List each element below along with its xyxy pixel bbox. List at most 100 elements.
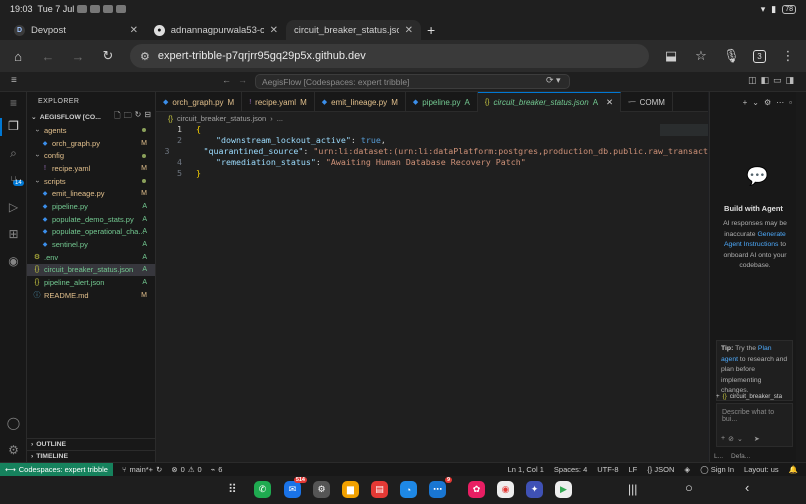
breadcrumb-file[interactable]: circuit_breaker_status.json bbox=[177, 114, 266, 123]
install-app-icon[interactable]: ⬓ bbox=[663, 48, 679, 64]
whatsapp-icon[interactable]: ✆ bbox=[254, 481, 271, 498]
run-debug-icon[interactable]: ▷ bbox=[6, 200, 21, 215]
tree-file[interactable]: ◆ orch_graph.py M bbox=[27, 137, 155, 150]
forward-icon[interactable]: → bbox=[70, 49, 86, 64]
tree-folder[interactable]: › scripts bbox=[27, 175, 155, 188]
editor-tab[interactable]: {} circuit_breaker_status.json A ✕ bbox=[477, 92, 622, 112]
cursor-position[interactable]: Ln 1, Col 1 bbox=[508, 465, 544, 474]
play-store-icon[interactable]: ▶ bbox=[555, 481, 572, 498]
tree-file[interactable]: {} pipeline_alert.json A bbox=[27, 276, 155, 289]
messages-icon[interactable]: ✉ 514 bbox=[284, 477, 307, 498]
chat-footer-left[interactable]: L... bbox=[714, 453, 723, 460]
chat-footer-right[interactable]: Defa... bbox=[731, 453, 750, 460]
chat-app-icon[interactable]: ◔ bbox=[400, 481, 417, 498]
workspace-root[interactable]: ⌄ AEGISFLOW [CO... 🗋 🗀 ↻ ⊟ bbox=[27, 110, 155, 124]
more-menu-icon[interactable]: ⋮ bbox=[780, 48, 796, 64]
maximize-icon[interactable]: ▫ bbox=[789, 98, 792, 107]
close-icon[interactable]: ✕ bbox=[130, 25, 138, 36]
close-icon[interactable]: ✕ bbox=[270, 25, 278, 36]
more-icon[interactable]: ⋯ bbox=[776, 98, 784, 107]
account-icon[interactable]: ◯ bbox=[6, 416, 21, 431]
messenger-icon[interactable]: ⋯ 9 bbox=[429, 477, 452, 498]
tree-folder[interactable]: › config bbox=[27, 149, 155, 162]
microphone-icon[interactable]: 🎙 bbox=[723, 48, 740, 64]
tab-switcher-button[interactable]: 3 bbox=[753, 49, 766, 63]
compass-app-icon[interactable]: ✦ bbox=[526, 481, 543, 498]
command-center[interactable]: AegisFlow [Codespaces: expert tribble] bbox=[255, 74, 570, 89]
end-of-line[interactable]: LF bbox=[629, 465, 638, 474]
send-icon[interactable]: ➤ bbox=[754, 435, 760, 443]
tree-file[interactable]: ⚙ .env A bbox=[27, 251, 155, 264]
tree-file[interactable]: ◆ populate_operational_cha... A bbox=[27, 226, 155, 239]
recents-icon[interactable]: ||| bbox=[628, 482, 637, 496]
tree-file[interactable]: ◆ populate_demo_stats.py A bbox=[27, 213, 155, 226]
timeline-section[interactable]: › TIMELINE bbox=[27, 450, 156, 462]
editor-tab[interactable]: ! recipe.yaml M bbox=[242, 92, 315, 112]
app-drawer-icon[interactable]: ⠿ bbox=[228, 482, 237, 496]
tree-file[interactable]: ! recipe.yaml M bbox=[27, 162, 155, 175]
add-context-icon[interactable]: + bbox=[716, 393, 720, 400]
chat-attachment[interactable]: + {} circuit_breaker_sta bbox=[716, 390, 793, 403]
back-icon[interactable]: ← bbox=[222, 75, 231, 85]
forward-icon[interactable]: → bbox=[238, 75, 247, 85]
notifications-icon[interactable]: 🔔 bbox=[789, 465, 798, 474]
site-info-icon[interactable]: ⚙ bbox=[140, 50, 150, 63]
tools-icon[interactable]: ⊘ bbox=[728, 435, 734, 443]
settings-gear-icon[interactable]: ⚙ bbox=[313, 481, 330, 498]
sync-icon[interactable]: ↻ bbox=[156, 465, 162, 474]
outline-section[interactable]: › OUTLINE bbox=[27, 438, 156, 450]
back-icon[interactable]: ‹ bbox=[745, 480, 749, 495]
files-icon[interactable]: ▆ bbox=[342, 481, 359, 498]
chrome-icon[interactable]: ◉ bbox=[497, 481, 514, 498]
breadcrumb-rest[interactable]: ... bbox=[277, 114, 283, 123]
new-file-icon[interactable]: 🗋 bbox=[114, 110, 120, 124]
notes-icon[interactable]: ▤ bbox=[371, 481, 388, 498]
tree-file[interactable]: ⓘ README.md M bbox=[27, 289, 155, 302]
tree-file[interactable]: ◆ pipeline.py A bbox=[27, 200, 155, 213]
copilot-icon[interactable]: ◈ bbox=[684, 465, 690, 474]
add-icon[interactable]: + bbox=[721, 435, 725, 443]
menu-icon[interactable]: ≡ bbox=[6, 96, 21, 111]
language-mode[interactable]: {} JSON bbox=[647, 465, 674, 474]
tree-file[interactable]: {} circuit_breaker_status.json A bbox=[27, 263, 155, 277]
editor-tab[interactable]: ◦─ COMM bbox=[621, 92, 673, 112]
minimap[interactable] bbox=[660, 124, 708, 136]
tree-folder[interactable]: › agents bbox=[27, 124, 155, 137]
browser-tab-devpost[interactable]: D Devpost ✕ bbox=[6, 20, 146, 40]
settings-gear-icon[interactable]: ⚙ bbox=[6, 443, 21, 458]
tree-file[interactable]: ◆ emit_lineage.py M bbox=[27, 187, 155, 200]
editor-tab[interactable]: ◆ emit_lineage.py M bbox=[315, 92, 406, 112]
address-bar[interactable]: ⚙ expert-tribble-p7qrjrr95gq29p5x.github… bbox=[130, 44, 649, 68]
collapse-all-icon[interactable]: ⊟ bbox=[144, 110, 151, 124]
browser-tab-github[interactable]: ● adnannagpurwala53-oss/A ✕ bbox=[146, 20, 286, 40]
chevron-down-icon[interactable]: ⌄ bbox=[737, 435, 743, 443]
new-chat-icon[interactable]: + bbox=[743, 98, 748, 107]
editor-tab[interactable]: ◆ orch_graph.py M bbox=[156, 92, 243, 112]
explorer-icon[interactable]: ❐ bbox=[6, 119, 21, 134]
layout-icons[interactable]: ◫◧▭◨ bbox=[748, 75, 798, 86]
github-icon[interactable]: ◉ bbox=[6, 254, 21, 269]
menu-icon[interactable]: ≡ bbox=[11, 75, 17, 86]
search-icon[interactable]: ⌕ bbox=[6, 146, 21, 161]
branch-indicator[interactable]: ⑂ main*+ ↻ bbox=[122, 465, 162, 474]
code-editor[interactable]: 1{2 "downstream_lockout_active": true, 3 … bbox=[156, 124, 708, 462]
new-tab-button[interactable]: + bbox=[427, 20, 435, 40]
home-icon[interactable]: ○ bbox=[685, 480, 693, 495]
extensions-icon[interactable]: ⊞ bbox=[6, 227, 21, 242]
problems-indicator[interactable]: ⊗ 0 ⚠ 0 bbox=[171, 465, 201, 474]
indentation[interactable]: Spaces: 4 bbox=[554, 465, 587, 474]
settings-gear-icon[interactable]: ⚙ bbox=[764, 98, 771, 107]
back-icon[interactable]: ← bbox=[40, 49, 56, 64]
gallery-icon[interactable]: ✿ bbox=[468, 481, 485, 498]
browser-tab-circuit-breaker[interactable]: circuit_breaker_status.json ✕ bbox=[286, 20, 421, 40]
chat-input[interactable]: Describe what to bui... + ⊘ ⌄ ➤ bbox=[716, 403, 793, 447]
sign-in[interactable]: ◯ Sign In bbox=[700, 465, 734, 474]
reload-icon[interactable]: ↻ bbox=[100, 48, 116, 64]
keyboard-layout[interactable]: Layout: us bbox=[744, 465, 779, 474]
ports-indicator[interactable]: ⌁ 6 bbox=[211, 465, 223, 474]
tree-file[interactable]: ◆ sentinel.py A bbox=[27, 238, 155, 251]
editor-tab[interactable]: ◆ pipeline.py A bbox=[406, 92, 478, 112]
close-icon[interactable]: ✕ bbox=[405, 25, 413, 36]
bookmark-star-icon[interactable]: ☆ bbox=[693, 48, 709, 64]
copilot-icon[interactable]: ⟳ ▾ bbox=[546, 75, 561, 86]
